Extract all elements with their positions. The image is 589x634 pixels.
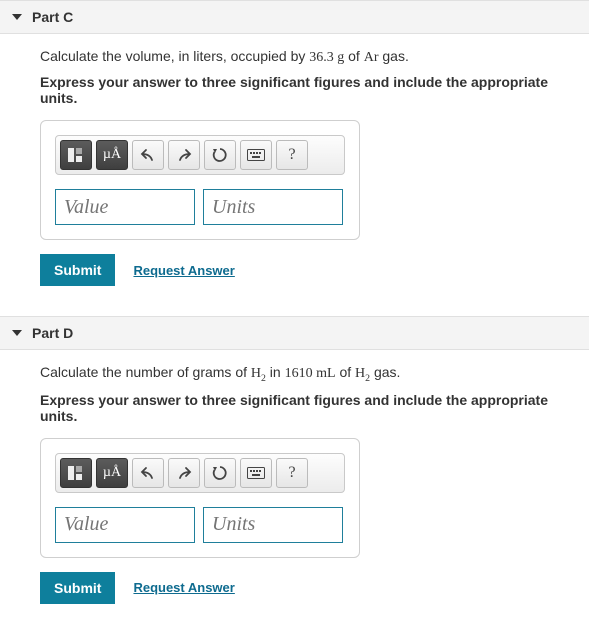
part-c-actions: Submit Request Answer <box>40 254 589 286</box>
part-d-toolbar: µÅ ? <box>55 453 345 493</box>
redo-icon[interactable] <box>168 140 200 170</box>
part-c-header[interactable]: Part C <box>0 0 589 34</box>
units-input[interactable] <box>203 189 343 225</box>
part-d-instruction: Express your answer to three significant… <box>40 392 589 424</box>
part-d-header[interactable]: Part D <box>0 316 589 350</box>
part-c-inputs <box>55 189 345 225</box>
reset-icon[interactable] <box>204 140 236 170</box>
template-icon[interactable] <box>60 458 92 488</box>
part-c-section: Part C Calculate the volume, in liters, … <box>0 0 589 286</box>
keyboard-icon[interactable] <box>240 140 272 170</box>
request-answer-link[interactable]: Request Answer <box>133 263 234 278</box>
submit-button[interactable]: Submit <box>40 254 115 286</box>
part-d-title: Part D <box>32 325 73 341</box>
value-input[interactable] <box>55 189 195 225</box>
part-d-actions: Submit Request Answer <box>40 572 589 604</box>
units-input[interactable] <box>203 507 343 543</box>
part-c-toolbar: µÅ ? <box>55 135 345 175</box>
part-d-prompt: Calculate the number of grams of H2 in 1… <box>40 364 589 384</box>
part-c-answer-box: µÅ ? <box>40 120 360 240</box>
redo-icon[interactable] <box>168 458 200 488</box>
help-icon[interactable]: ? <box>276 140 308 170</box>
part-c-prompt: Calculate the volume, in liters, occupie… <box>40 48 589 66</box>
template-icon[interactable] <box>60 140 92 170</box>
undo-icon[interactable] <box>132 458 164 488</box>
part-c-instruction: Express your answer to three significant… <box>40 74 589 106</box>
submit-button[interactable]: Submit <box>40 572 115 604</box>
chevron-down-icon <box>12 12 22 22</box>
value-input[interactable] <box>55 507 195 543</box>
reset-icon[interactable] <box>204 458 236 488</box>
chevron-down-icon <box>12 328 22 338</box>
part-d-inputs <box>55 507 345 543</box>
request-answer-link[interactable]: Request Answer <box>133 580 234 595</box>
units-format-icon[interactable]: µÅ <box>96 140 128 170</box>
undo-icon[interactable] <box>132 140 164 170</box>
part-d-answer-box: µÅ ? <box>40 438 360 558</box>
units-format-icon[interactable]: µÅ <box>96 458 128 488</box>
keyboard-icon[interactable] <box>240 458 272 488</box>
part-c-body: Calculate the volume, in liters, occupie… <box>0 34 589 286</box>
part-c-title: Part C <box>32 9 73 25</box>
part-d-section: Part D Calculate the number of grams of … <box>0 316 589 604</box>
help-icon[interactable]: ? <box>276 458 308 488</box>
part-d-body: Calculate the number of grams of H2 in 1… <box>0 350 589 604</box>
